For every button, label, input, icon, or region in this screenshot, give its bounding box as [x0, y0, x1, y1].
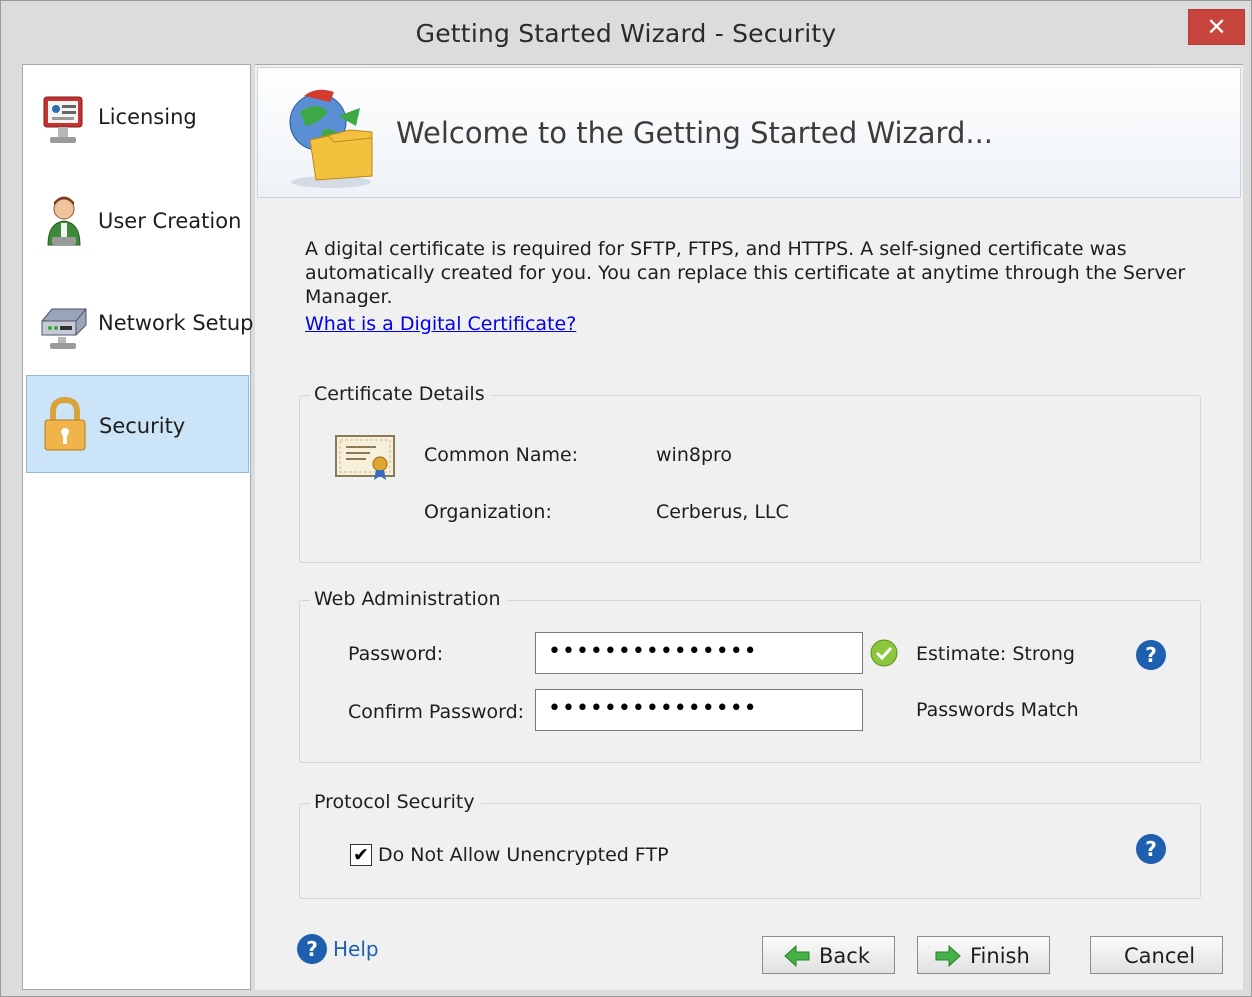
group-label: Certificate Details: [310, 383, 491, 405]
protocol-security-group: Protocol Security ✔ Do Not Allow Unencry…: [299, 791, 1201, 899]
password-label: Password:: [348, 643, 444, 665]
check-icon: [870, 639, 898, 667]
password-strength-estimate: Estimate: Strong: [916, 643, 1075, 665]
close-button[interactable]: ✕: [1188, 9, 1245, 45]
back-button-label: Back: [819, 944, 870, 968]
protocol-help-icon[interactable]: ?: [1136, 834, 1166, 864]
confirm-password-field[interactable]: •••••••••••••••: [535, 689, 863, 731]
certificate-icon: [335, 435, 395, 480]
help-icon[interactable]: ?: [297, 934, 327, 964]
organization-value: Cerberus, LLC: [656, 501, 789, 523]
certificate-details-group: Certificate Details Common Name: win8pro…: [299, 383, 1201, 563]
intro-text: A digital certificate is required for SF…: [305, 238, 1186, 308]
forward-arrow-icon: [935, 945, 961, 967]
sidebar-item-network-setup[interactable]: Network Setup: [26, 273, 253, 371]
back-button[interactable]: Back: [762, 936, 895, 974]
common-name-label: Common Name:: [424, 444, 579, 466]
password-help-icon[interactable]: ?: [1136, 640, 1166, 670]
wizard-steps-sidebar: Licensing User Creation Network Setup Se…: [22, 64, 253, 990]
cancel-button-label: Cancel: [1124, 944, 1196, 968]
finish-button[interactable]: Finish: [917, 936, 1050, 974]
banner-title: Welcome to the Getting Started Wizard...: [396, 116, 994, 150]
wizard-window: Getting Started Wizard - Security ✕ Lice…: [0, 0, 1252, 997]
password-value: •••••••••••••••: [548, 639, 758, 664]
sidebar-item-user-creation[interactable]: User Creation: [26, 171, 249, 269]
sidebar-item-label: User Creation: [98, 209, 242, 233]
window-title: Getting Started Wizard - Security: [415, 19, 837, 48]
finish-button-label: Finish: [970, 944, 1030, 968]
back-arrow-icon: [784, 945, 810, 967]
common-name-value: win8pro: [656, 444, 733, 466]
sidebar-item-label: Network Setup: [98, 311, 254, 335]
sidebar-item-label: Security: [99, 414, 186, 438]
group-label: Web Administration: [310, 588, 507, 610]
confirm-password-label: Confirm Password:: [348, 701, 525, 723]
globe-folder-icon: [289, 89, 373, 188]
sidebar-item-licensing[interactable]: Licensing: [26, 69, 249, 167]
web-administration-group: Web Administration Password: •••••••••••…: [299, 588, 1201, 763]
welcome-banner: Welcome to the Getting Started Wizard...: [257, 67, 1241, 198]
passwords-match-status: Passwords Match: [916, 699, 1079, 721]
wizard-content: Welcome to the Getting Started Wizard...…: [255, 64, 1243, 990]
close-icon: ✕: [1206, 13, 1227, 41]
help-link[interactable]: Help: [333, 937, 379, 961]
sidebar-item-security[interactable]: Security: [26, 375, 249, 473]
organization-label: Organization:: [424, 501, 552, 523]
licensing-icon: [43, 96, 83, 143]
unencrypted-ftp-checkbox[interactable]: ✔: [350, 844, 372, 866]
sidebar-item-label: Licensing: [98, 105, 197, 129]
lock-icon: [44, 396, 86, 451]
network-icon: [41, 308, 87, 349]
title-bar[interactable]: Getting Started Wizard - Security ✕: [1, 1, 1251, 63]
password-field[interactable]: •••••••••••••••: [535, 632, 863, 674]
user-icon: [47, 196, 81, 246]
confirm-password-value: •••••••••••••••: [548, 696, 758, 721]
cancel-button[interactable]: Cancel: [1090, 936, 1223, 974]
digital-certificate-link[interactable]: What is a Digital Certificate?: [305, 313, 576, 335]
unencrypted-ftp-label[interactable]: Do Not Allow Unencrypted FTP: [378, 844, 669, 866]
group-label: Protocol Security: [310, 791, 481, 813]
